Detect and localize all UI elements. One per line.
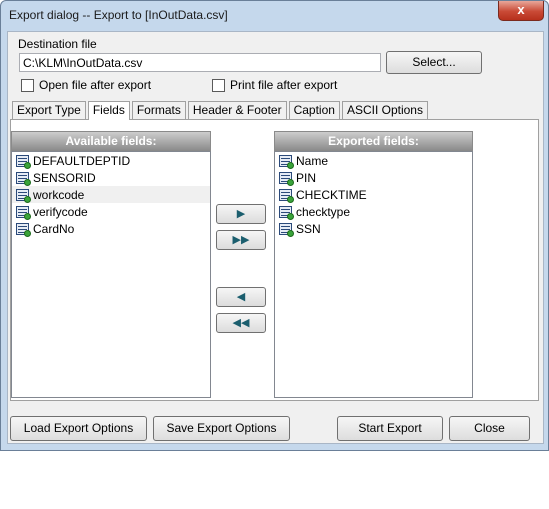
open-after-export-box[interactable] (21, 78, 34, 92)
remove-field-button[interactable]: ◀ (216, 287, 266, 307)
window-title: Export dialog -- Export to [InOutData.cs… (9, 8, 228, 22)
exported-fields-list[interactable]: Name PIN CHECKTIME checktype SSN (274, 151, 473, 398)
field-icon (279, 171, 294, 186)
title-bar: Export dialog -- Export to [InOutData.cs… (1, 1, 548, 29)
field-icon (279, 205, 294, 220)
exported-fields-header: Exported fields: (274, 131, 473, 151)
list-item-label: CardNo (33, 221, 75, 236)
tab-formats[interactable]: Formats (131, 101, 186, 119)
field-icon (16, 222, 31, 237)
list-item-label: PIN (296, 170, 317, 185)
destination-file-label: Destination file (18, 37, 97, 51)
field-icon (16, 171, 31, 186)
list-item[interactable]: SENSORID (12, 169, 210, 186)
remove-all-fields-button[interactable]: ◀◀ (216, 313, 266, 333)
save-export-options-button[interactable]: Save Export Options (153, 416, 290, 441)
tab-export-type[interactable]: Export Type (12, 101, 86, 119)
add-field-button[interactable]: ▶ (216, 204, 266, 224)
add-all-fields-button[interactable]: ▶▶ (216, 230, 266, 250)
open-after-export-label: Open file after export (39, 78, 152, 92)
list-item-label: Name (296, 153, 329, 168)
available-fields-list[interactable]: DEFAULTDEPTID SENSORID workcode verifyco… (11, 151, 211, 398)
list-item-label: SENSORID (33, 170, 96, 185)
field-icon (16, 205, 31, 220)
open-after-export-checkbox[interactable]: Open file after export (21, 78, 151, 92)
list-item[interactable]: CHECKTIME (275, 186, 472, 203)
tab-caption[interactable]: Caption (288, 101, 340, 119)
field-icon (279, 222, 294, 237)
list-item[interactable]: checktype (275, 203, 472, 220)
list-item[interactable]: workcode (12, 186, 210, 203)
tab-fields[interactable]: Fields (87, 101, 130, 120)
destination-file-input[interactable]: C:\KLM\InOutData.csv (19, 53, 381, 72)
list-item-label: CHECKTIME (296, 187, 367, 202)
export-dialog-window: Export dialog -- Export to [InOutData.cs… (0, 0, 549, 451)
list-item-label: verifycode (33, 204, 88, 219)
list-item[interactable]: Name (275, 152, 472, 169)
list-item[interactable]: DEFAULTDEPTID (12, 152, 210, 169)
available-fields-header: Available fields: (11, 131, 211, 151)
list-item-label: checktype (296, 204, 351, 219)
list-item[interactable]: verifycode (12, 203, 210, 220)
dialog-client-area: Destination file C:\KLM\InOutData.csv Se… (7, 31, 544, 444)
start-export-button[interactable]: Start Export (337, 416, 443, 441)
load-export-options-button[interactable]: Load Export Options (10, 416, 147, 441)
print-after-export-label: Print file after export (230, 78, 338, 92)
list-item-label: DEFAULTDEPTID (33, 153, 131, 168)
field-icon (16, 188, 31, 203)
list-item[interactable]: SSN (275, 220, 472, 237)
fields-tab-panel: Available fields: DEFAULTDEPTID SENSORID… (10, 119, 539, 401)
close-window-button[interactable]: x (498, 1, 544, 21)
field-icon (16, 154, 31, 169)
list-item-label: SSN (296, 221, 321, 236)
print-after-export-checkbox[interactable]: Print file after export (212, 78, 337, 92)
tab-ascii-options[interactable]: ASCII Options (341, 101, 428, 119)
tab-header-footer[interactable]: Header & Footer (187, 101, 287, 119)
close-button[interactable]: Close (449, 416, 530, 441)
field-icon (279, 154, 294, 169)
list-item[interactable]: PIN (275, 169, 472, 186)
field-icon (279, 188, 294, 203)
select-file-button[interactable]: Select... (386, 51, 482, 74)
list-item[interactable]: CardNo (12, 220, 210, 237)
print-after-export-box[interactable] (212, 78, 225, 92)
list-item-label: workcode (33, 187, 85, 202)
tab-strip: Export Type Fields Formats Header & Foot… (12, 101, 430, 120)
